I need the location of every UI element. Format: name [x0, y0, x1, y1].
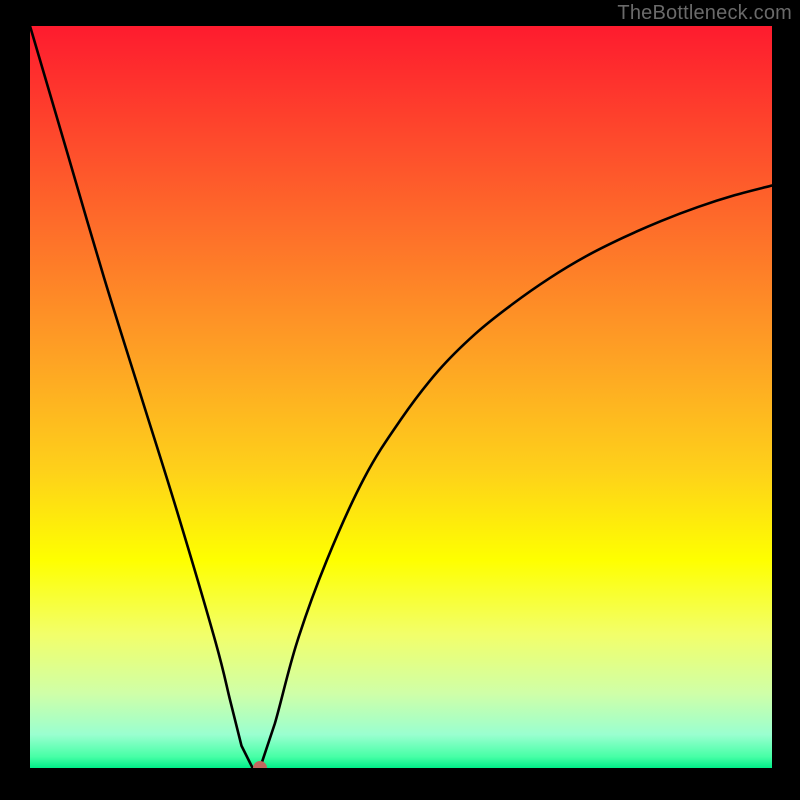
plot-svg — [30, 26, 772, 768]
optimum-marker — [253, 761, 267, 768]
watermark-text: TheBottleneck.com — [617, 2, 792, 25]
chart-frame: TheBottleneck.com — [0, 0, 800, 800]
plot-area — [30, 26, 772, 768]
